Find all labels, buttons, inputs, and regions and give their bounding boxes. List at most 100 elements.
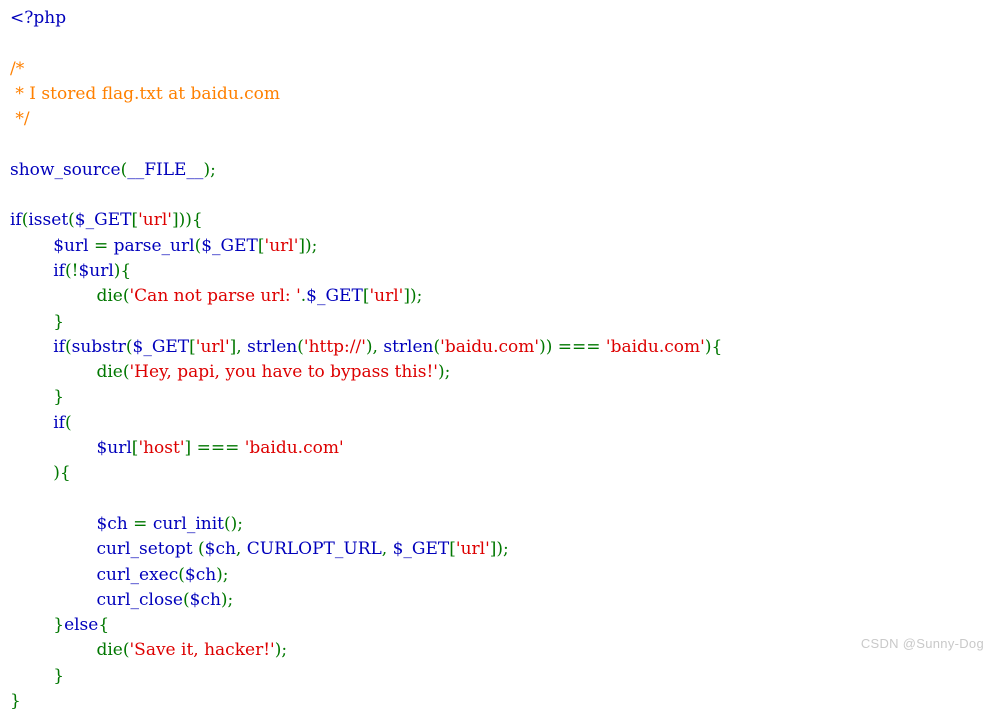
operator-assign: =: [93, 235, 109, 256]
string-key-url: 'url': [195, 336, 230, 357]
csdn-watermark: CSDN @Sunny-Dog: [860, 636, 984, 651]
code-line-27: }: [10, 664, 722, 689]
space-paren-open: (: [192, 539, 205, 560]
variable-get: $_GET: [392, 539, 450, 560]
code-line-1: <?php: [10, 6, 722, 31]
comma: ,: [381, 539, 393, 560]
code-line-26: die('Save it, hacker!');: [10, 638, 722, 663]
paren-open: (: [297, 336, 304, 357]
brace-close: }: [10, 691, 21, 712]
paren-open: (: [68, 210, 75, 231]
php-source-code-listing[interactable]: <?php /* * I stored flag.txt at baidu.co…: [0, 0, 722, 714]
function-substr: substr: [71, 336, 126, 357]
code-line-15: die('Hey, papi, you have to bypass this!…: [10, 360, 722, 385]
bracket-open: [: [257, 235, 265, 256]
comment-close: */: [10, 109, 30, 130]
string-save-it: 'Save it, hacker!': [129, 640, 275, 661]
code-line-11: if(!$url){: [10, 259, 722, 284]
operator-assign: =: [133, 513, 148, 534]
brace-close: }: [53, 665, 65, 686]
function-isset: isset: [28, 210, 69, 231]
variable-get: $_GET: [201, 235, 258, 256]
string-key-url: 'url': [369, 286, 404, 307]
bracket-close: ]: [184, 438, 197, 459]
function-die: die: [96, 286, 123, 307]
string-baidu-host-compare: 'baidu.com': [244, 438, 344, 459]
code-line-3: /*: [10, 57, 722, 82]
parens-close: )): [539, 336, 558, 357]
variable-get: $_GET: [132, 336, 190, 357]
string-key-url: 'url': [264, 235, 299, 256]
variable-url: $url: [96, 438, 132, 459]
constant-curlopt-url: CURLOPT_URL: [246, 539, 382, 560]
code-line-23: curl_exec($ch);: [10, 563, 722, 588]
string-hey-papi: 'Hey, papi, you have to bypass this!': [129, 362, 438, 383]
code-line-21: $ch = curl_init();: [10, 512, 722, 537]
code-line-22: curl_setopt ($ch, CURLOPT_URL, $_GET['ur…: [10, 537, 722, 562]
function-curl-exec: curl_exec: [96, 564, 179, 585]
string-key-host: 'host': [138, 438, 185, 459]
code-line-14: if(substr($_GET['url'], strlen('http://'…: [10, 335, 722, 360]
paren-open: (: [122, 640, 130, 661]
code-line-25: }else{: [10, 613, 722, 638]
paren-open-not: (!: [64, 260, 79, 281]
paren-open: (: [64, 412, 72, 433]
php-open-tag: <?php: [10, 8, 67, 28]
paren-close-brace: ){: [704, 336, 723, 357]
function-curl-close: curl_close: [96, 589, 183, 610]
brace-close: }: [53, 311, 65, 332]
constant-file: __FILE__: [127, 159, 204, 180]
paren-close-semicolon: );: [220, 589, 234, 610]
code-line-9: if(isset($_GET['url'])){: [10, 208, 722, 233]
variable-url: $url: [53, 235, 89, 256]
paren-close-semicolon: );: [274, 640, 288, 661]
code-line-18: $url['host'] === 'baidu.com': [10, 436, 722, 461]
string-http-prefix: 'http://': [303, 336, 366, 357]
code-line-4: * I stored flag.txt at baidu.com: [10, 82, 722, 107]
paren-open: (: [178, 564, 185, 585]
function-strlen: strlen: [383, 336, 434, 357]
function-strlen: strlen: [247, 336, 298, 357]
variable-ch: $ch: [184, 564, 217, 585]
function-curl-init: curl_init: [152, 513, 225, 534]
code-line-7: show_source(__FILE__);: [10, 158, 722, 183]
brace-close: }: [53, 387, 65, 408]
bracket-close-paren-semicolon: ]);: [489, 539, 509, 560]
bracket-close-comma: ],: [229, 336, 248, 357]
operator-identical: ===: [557, 336, 601, 357]
bracket-open: [: [189, 336, 196, 357]
code-line-13: }: [10, 310, 722, 335]
paren-close-semicolon: );: [437, 362, 451, 383]
variable-url: $url: [78, 260, 114, 281]
code-line-10: $url = parse_url($_GET['url']);: [10, 234, 722, 259]
keyword-if: if: [53, 336, 65, 357]
operator-identical: ===: [196, 438, 240, 459]
variable-ch: $ch: [96, 513, 128, 534]
code-line-24: curl_close($ch);: [10, 588, 722, 613]
bracket-close-paren-semicolon: ]);: [298, 235, 318, 256]
paren-open: (: [122, 362, 130, 383]
code-line-12: die('Can not parse url: '.$_GET['url']);: [10, 284, 722, 309]
variable-ch: $ch: [204, 539, 236, 560]
brace-open: {: [98, 615, 110, 636]
paren-open: (: [122, 286, 130, 307]
string-cannot-parse: 'Can not parse url: ': [129, 286, 301, 307]
code-line-28: }: [10, 689, 722, 714]
function-die: die: [96, 640, 123, 661]
bracket-close-parens-brace: ])){: [171, 210, 203, 231]
paren-close-comma: ),: [365, 336, 384, 357]
code-line-16: }: [10, 385, 722, 410]
code-line-19: ){: [10, 461, 722, 486]
paren-open: (: [125, 336, 133, 357]
string-key-url: 'url': [455, 539, 490, 560]
comma: ,: [235, 539, 247, 560]
keyword-if: if: [53, 412, 65, 433]
code-line-5: */: [10, 107, 722, 132]
function-show-source: show_source: [10, 159, 121, 180]
variable-get: $_GET: [74, 210, 132, 231]
variable-get: $_GET: [306, 286, 363, 307]
function-die: die: [96, 362, 123, 383]
